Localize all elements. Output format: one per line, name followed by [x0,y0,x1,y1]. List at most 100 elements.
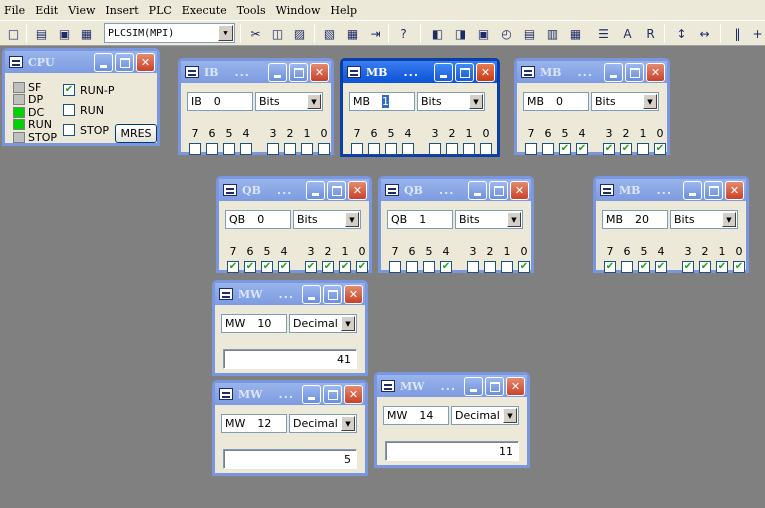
insert-counter-icon[interactable]: ▤ [520,24,539,43]
format-select[interactable]: Decimal ▼ [451,406,519,425]
chevron-down-icon[interactable]: ▼ [307,94,321,109]
bit-checkbox[interactable] [223,143,235,155]
variable-window-mw12[interactable]: MW ... ✕ MW 12 Decimal ▼ 5 [212,380,368,476]
address-input[interactable]: IB 0 [187,92,253,111]
chevron-down-icon[interactable]: ▼ [507,212,521,227]
minimize-button[interactable] [468,181,487,200]
format-select[interactable]: Decimal ▼ [289,414,357,433]
address-input[interactable]: MB 20 [602,210,668,229]
close-button[interactable]: ✕ [646,63,665,82]
minimize-button[interactable] [302,285,321,304]
value-display[interactable]: 41 [223,349,357,369]
cascade-icon[interactable]: ▧ [320,24,339,43]
variable-window-mb20[interactable]: MB ... ✕ MB 20 Bits ▼ 7 6 5 4 3 2 1 0 [593,176,749,273]
variable-window-mw10[interactable]: MW ... ✕ MW 10 Decimal ▼ 41 [212,280,368,376]
bit-checkbox[interactable] [339,261,351,273]
bit-checkbox[interactable] [620,143,632,155]
bit-checkbox[interactable] [654,143,666,155]
menu-file[interactable]: File [0,4,29,17]
bit-checkbox[interactable] [278,261,290,273]
bit-checkbox[interactable] [240,143,252,155]
bit-checkbox[interactable] [621,261,633,273]
bit-checkbox[interactable] [284,143,296,155]
maximize-button[interactable] [485,377,504,396]
bit-checkbox[interactable] [261,261,273,273]
format-select[interactable]: Bits ▼ [293,210,361,229]
step-icon[interactable]: + [748,24,765,43]
bit-checkbox[interactable] [542,143,554,155]
cpu-titlebar[interactable]: CPU ✕ [5,51,157,73]
bit-checkbox[interactable] [484,261,496,273]
variable-window-qb0[interactable]: QB ... ✕ QB 0 Bits ▼ 7 6 5 4 3 2 1 0 [216,176,372,273]
copy-icon[interactable]: ◫ [268,24,287,43]
minimize-button[interactable] [302,385,321,404]
variable-window-mb0[interactable]: MB ... ✕ MB 0 Bits ▼ 7 6 5 4 3 2 1 0 [514,58,670,155]
maximize-button[interactable] [327,181,346,200]
chevron-down-icon[interactable]: ▼ [218,25,233,41]
bit-checkbox[interactable] [733,261,745,273]
variable-window-mb1[interactable]: MB ... ✕ MB 1 Bits ▼ 7 6 5 4 3 2 1 0 [340,58,500,157]
close-button[interactable]: ✕ [476,63,495,82]
window-titlebar[interactable]: MW ... ✕ [377,375,527,397]
mode-checkbox[interactable] [63,104,75,116]
variable-window-mw14[interactable]: MW ... ✕ MW 14 Decimal ▼ 11 [374,372,530,468]
bit-checkbox[interactable] [301,143,313,155]
maximize-button[interactable] [323,285,342,304]
bit-checkbox[interactable] [525,143,537,155]
bit-checkbox[interactable] [463,143,475,155]
bit-checkbox[interactable] [385,143,397,155]
bit-checkbox[interactable] [440,261,452,273]
maximize-button[interactable] [455,63,474,82]
bit-checkbox[interactable] [244,261,256,273]
insert-memory-icon[interactable]: ▣ [474,24,493,43]
address-input[interactable]: MW 10 [221,314,287,333]
window-titlebar[interactable]: MB ... ✕ [517,61,667,83]
window-titlebar[interactable]: QB ... ✕ [219,179,369,201]
mode-checkbox[interactable] [63,84,75,96]
maximize-button[interactable] [323,385,342,404]
minimize-button[interactable] [306,181,325,200]
minimize-button[interactable] [604,63,623,82]
pause-icon[interactable]: ‖ [728,24,747,43]
mode-stop[interactable]: STOP [63,123,109,137]
save-icon[interactable]: ▣ [55,24,74,43]
help-icon[interactable]: ? [394,24,413,43]
maximize-button[interactable] [489,181,508,200]
close-button[interactable]: ✕ [136,53,155,72]
bit-checkbox[interactable] [604,261,616,273]
close-button[interactable]: ✕ [344,285,363,304]
minimize-button[interactable] [683,181,702,200]
bit-checkbox[interactable] [267,143,279,155]
insert-timer-icon[interactable]: ◴ [497,24,516,43]
minimize-button[interactable] [268,63,287,82]
chevron-down-icon[interactable]: ▼ [643,94,657,109]
maximize-button[interactable] [115,53,134,72]
window-titlebar[interactable]: MB ... ✕ [596,179,746,201]
chevron-down-icon[interactable]: ▼ [341,316,355,331]
bit-checkbox[interactable] [389,261,401,273]
insert-output-icon[interactable]: ◨ [451,24,470,43]
format-select[interactable]: Bits ▼ [417,92,485,111]
bit-checkbox[interactable] [467,261,479,273]
new-file-icon[interactable]: □ [4,24,23,43]
bit-checkbox[interactable] [637,143,649,155]
bit-checkbox[interactable] [227,261,239,273]
maximize-button[interactable] [704,181,723,200]
bit-checkbox[interactable] [559,143,571,155]
bit-checkbox[interactable] [402,143,414,155]
tile-icon[interactable]: ▦ [343,24,362,43]
menu-window[interactable]: Window [272,4,325,17]
chevron-down-icon[interactable]: ▼ [469,94,483,109]
bit-checkbox[interactable] [423,261,435,273]
chevron-down-icon[interactable]: ▼ [503,408,517,423]
bit-checkbox[interactable] [682,261,694,273]
scan-mode-icon[interactable]: ↔ [695,24,714,43]
format-select[interactable]: Bits ▼ [670,210,738,229]
bit-checkbox[interactable] [699,261,711,273]
plc-interface-select[interactable]: PLCSIM(MPI) ▼ [104,23,235,43]
address-input[interactable]: MW 12 [221,414,287,433]
chevron-down-icon[interactable]: ▼ [341,416,355,431]
insert-db-icon[interactable]: ▥ [543,24,562,43]
insert-vertical-icon[interactable]: ☰ [594,24,613,43]
menu-help[interactable]: Help [326,4,361,17]
